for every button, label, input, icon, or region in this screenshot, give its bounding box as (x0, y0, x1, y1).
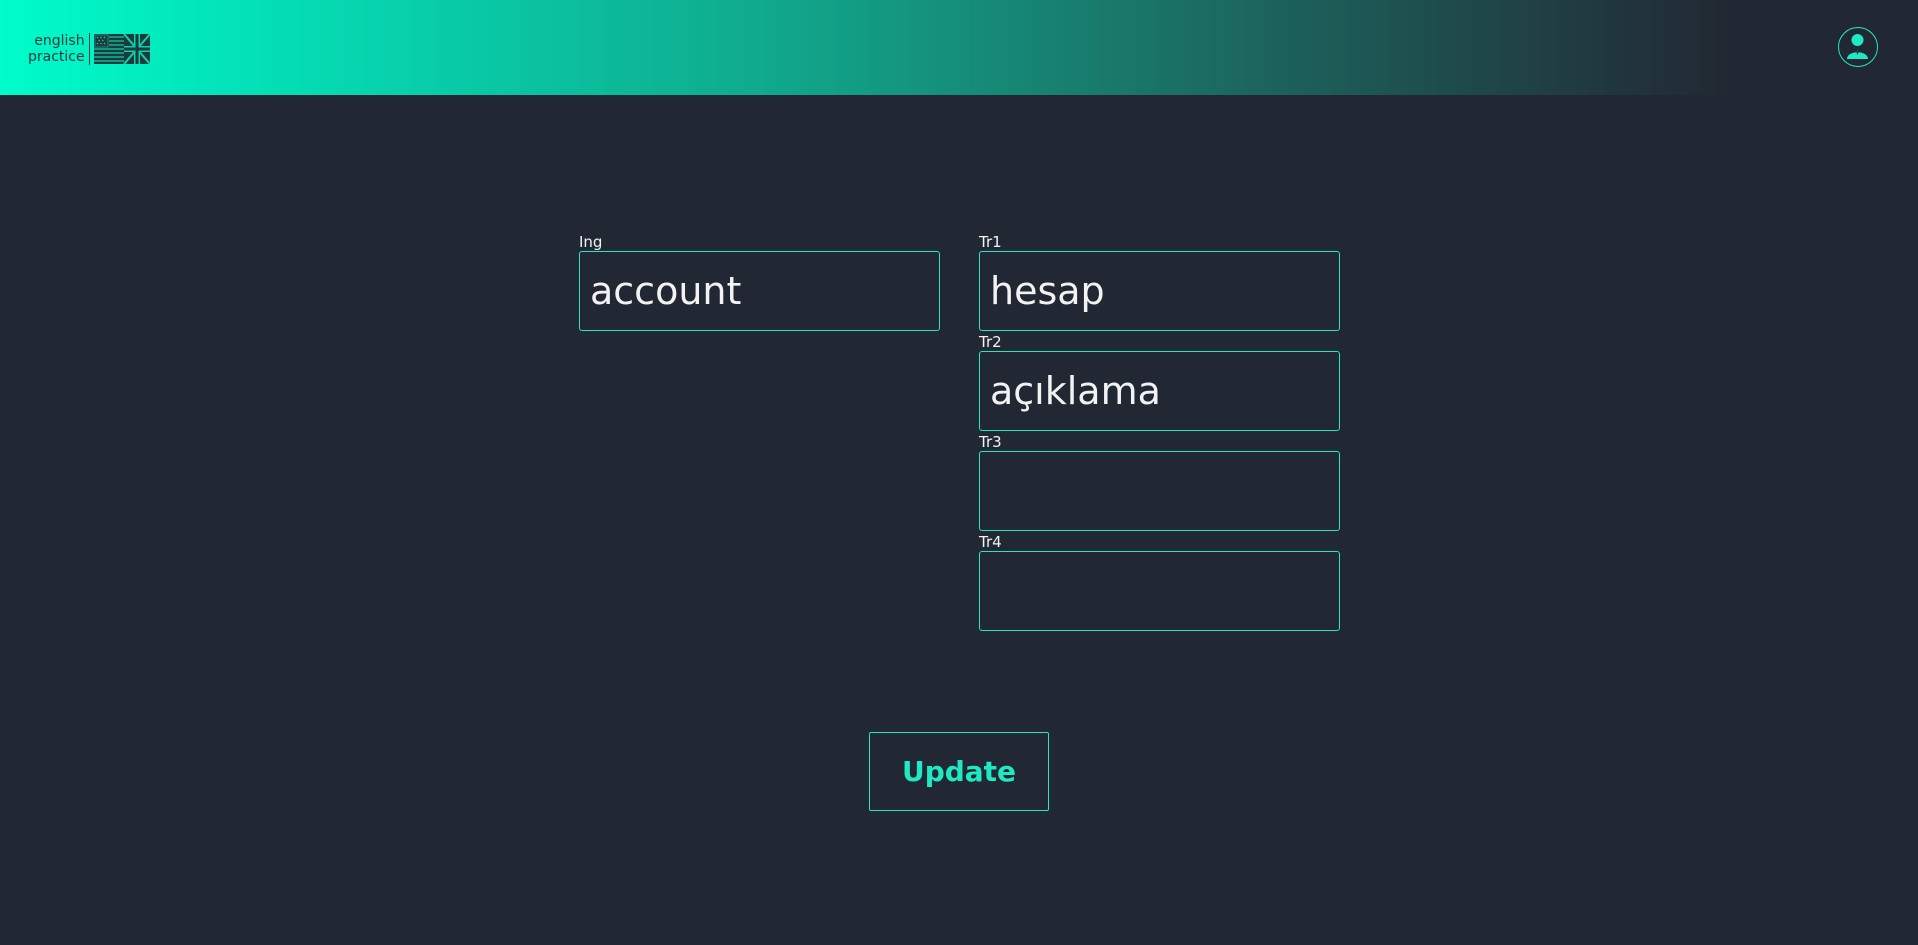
tr4-input[interactable] (979, 551, 1340, 631)
profile-button[interactable] (1838, 27, 1878, 67)
logo-line-english: english (34, 33, 85, 49)
top-bar: english practice (0, 0, 1918, 95)
tr3-input[interactable] (979, 451, 1340, 531)
ing-label: Ing (579, 233, 603, 251)
tr2-label: Tr2 (979, 333, 1002, 351)
user-icon (1847, 34, 1868, 59)
logo-line-practice: practice (28, 49, 85, 65)
update-button[interactable]: Update (869, 732, 1049, 811)
tr3-label: Tr3 (979, 433, 1002, 451)
tr4-label: Tr4 (979, 533, 1002, 551)
tr2-input[interactable] (979, 351, 1340, 431)
flag-icon (93, 34, 150, 64)
ing-input[interactable] (579, 251, 940, 331)
logo-text: english practice (28, 33, 90, 65)
tr1-label: Tr1 (979, 233, 1002, 251)
app-logo[interactable]: english practice (28, 33, 150, 65)
tr1-input[interactable] (979, 251, 1340, 331)
